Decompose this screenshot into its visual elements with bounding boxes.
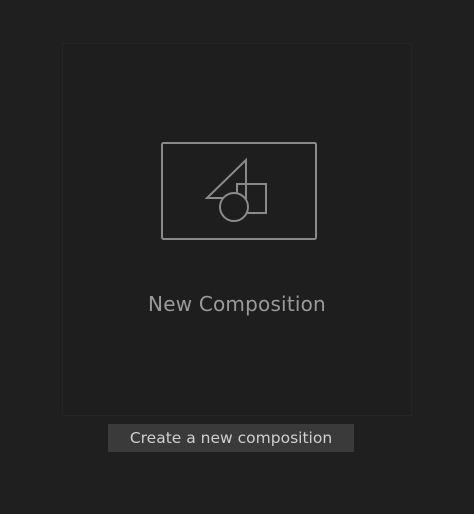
new-composition-label: New Composition [148, 292, 326, 316]
composition-shapes-icon [161, 142, 317, 240]
tooltip: Create a new composition [108, 424, 354, 452]
new-composition-card[interactable]: New Composition [62, 43, 412, 416]
start-screen: New Composition Create a new composition [0, 0, 474, 514]
